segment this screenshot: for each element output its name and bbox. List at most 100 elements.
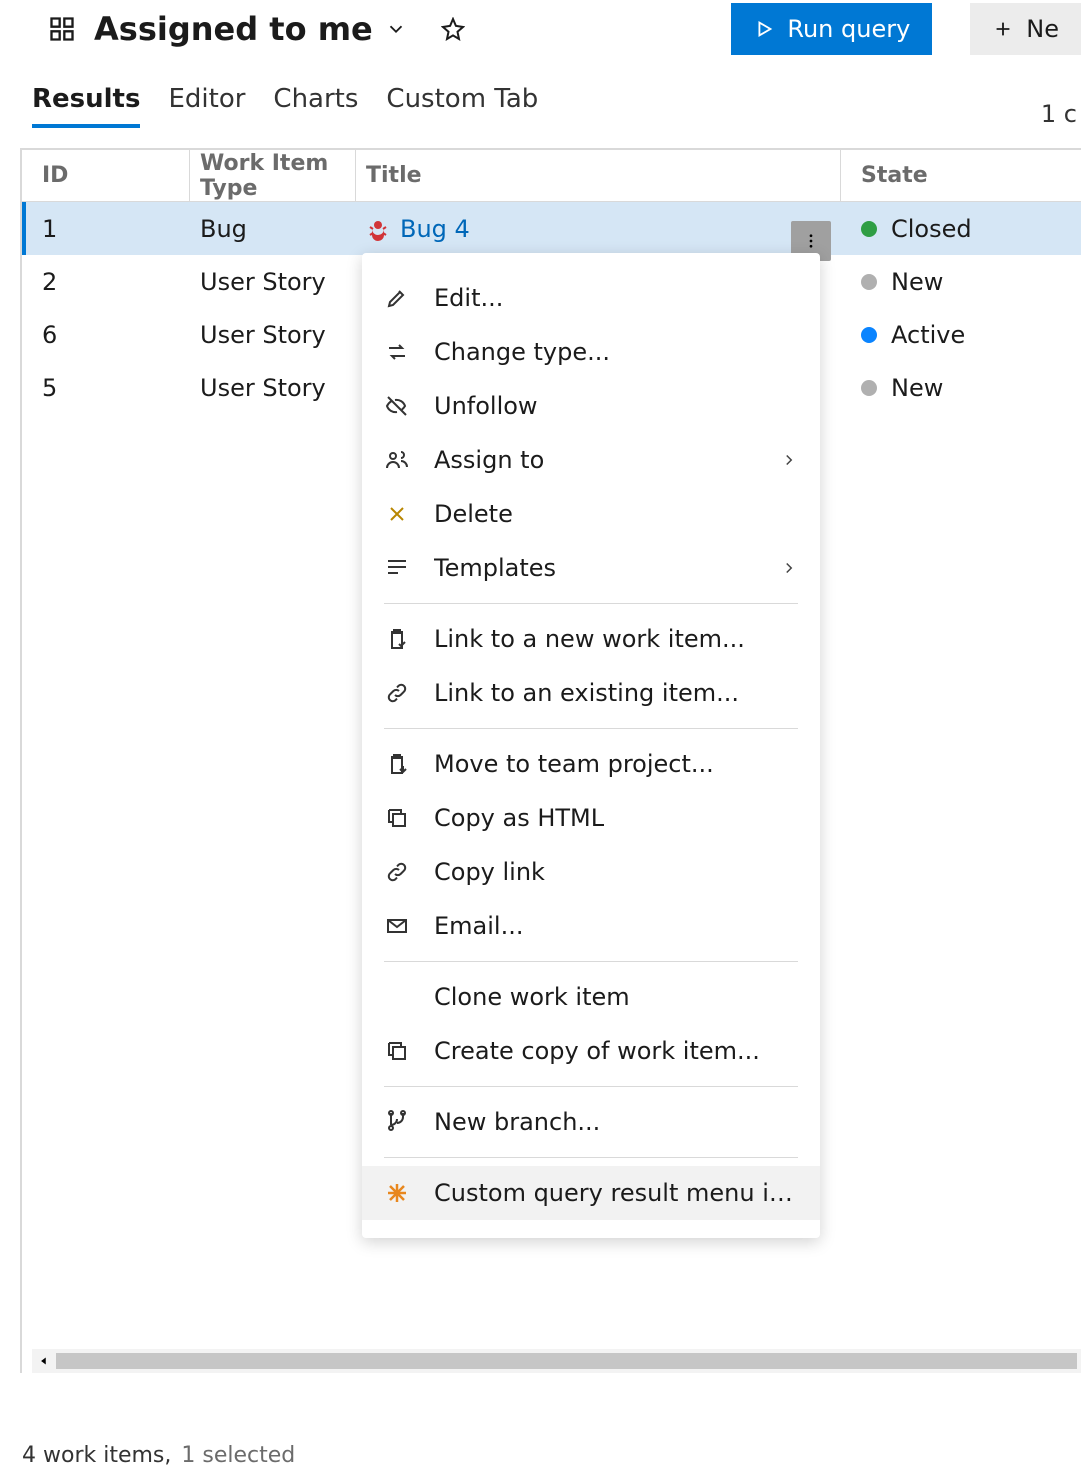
menu-item-label: Assign to	[434, 446, 756, 474]
menu-item-label: Move to team project...	[434, 750, 798, 778]
menu-item-copy-as-html[interactable]: Copy as HTML	[362, 791, 820, 845]
cell-type: User Story	[190, 268, 356, 296]
favorite-star-icon[interactable]	[441, 17, 465, 41]
run-query-button[interactable]: Run query	[731, 3, 932, 55]
chevron-down-icon	[385, 18, 407, 40]
run-query-label: Run query	[787, 15, 910, 43]
menu-item-assign-to[interactable]: Assign to	[362, 433, 820, 487]
mail-icon	[384, 913, 410, 939]
query-type-icon	[48, 15, 76, 43]
selection-count-text: 1 selected	[181, 1443, 295, 1468]
menu-separator	[384, 961, 798, 962]
cell-id: 2	[22, 268, 190, 296]
menu-item-link-to-a-new-work-item[interactable]: Link to a new work item...	[362, 612, 820, 666]
chevron-right-icon	[780, 451, 798, 469]
cell-state: New	[841, 374, 1081, 402]
page-header: Assigned to me Run query Ne	[0, 0, 1081, 58]
menu-item-label: Email...	[434, 912, 798, 940]
menu-item-label: Clone work item	[434, 983, 798, 1011]
copy-icon	[384, 805, 410, 831]
menu-item-create-copy-of-work-item[interactable]: Create copy of work item...	[362, 1024, 820, 1078]
menu-item-custom-query-result-menu-item[interactable]: Custom query result menu item	[362, 1166, 820, 1220]
tabs-bar: Results Editor Charts Custom Tab 1 c	[0, 58, 1081, 128]
cell-state: New	[841, 268, 1081, 296]
query-title-dropdown[interactable]: Assigned to me	[94, 10, 407, 48]
tab-editor[interactable]: Editor	[168, 78, 245, 128]
cell-title: Bug 4	[356, 215, 841, 243]
table-row[interactable]: 1BugBug 4Closed	[22, 202, 1081, 255]
menu-item-label: Link to a new work item...	[434, 625, 798, 653]
menu-item-edit[interactable]: Edit...	[362, 271, 820, 325]
menu-item-label: Edit...	[434, 284, 798, 312]
copy-icon	[384, 1038, 410, 1064]
tab-charts[interactable]: Charts	[273, 78, 358, 128]
cell-type: User Story	[190, 374, 356, 402]
menu-item-label: Unfollow	[434, 392, 798, 420]
menu-item-new-branch[interactable]: New branch...	[362, 1095, 820, 1149]
menu-item-label: New branch...	[434, 1108, 798, 1136]
menu-item-label: Change type...	[434, 338, 798, 366]
new-item-button[interactable]: Ne	[970, 3, 1081, 55]
state-dot-icon	[861, 221, 877, 237]
state-dot-icon	[861, 274, 877, 290]
scroll-left-arrow[interactable]	[32, 1349, 56, 1373]
more-vertical-icon	[802, 232, 820, 250]
horizontal-scrollbar[interactable]	[32, 1349, 1081, 1373]
cell-id: 5	[22, 374, 190, 402]
query-title: Assigned to me	[94, 10, 373, 48]
menu-item-clone-work-item[interactable]: Clone work item	[362, 970, 820, 1024]
menu-item-label: Custom query result menu item	[434, 1179, 798, 1207]
edit-icon	[384, 285, 410, 311]
menu-item-link-to-an-existing-item[interactable]: Link to an existing item...	[362, 666, 820, 720]
link-icon	[384, 859, 410, 885]
plus-icon	[992, 18, 1014, 40]
column-header-id[interactable]: ID	[22, 150, 190, 201]
cell-state: Closed	[841, 215, 1081, 243]
link-icon	[384, 680, 410, 706]
menu-item-label: Copy link	[434, 858, 798, 886]
status-bar: 4 work items, 1 selected	[22, 1443, 295, 1468]
menu-item-label: Create copy of work item...	[434, 1037, 798, 1065]
branch-icon	[384, 1109, 410, 1135]
menu-separator	[384, 728, 798, 729]
result-count-text: 1 c	[1041, 100, 1081, 128]
cell-type: User Story	[190, 321, 356, 349]
tab-custom-tab[interactable]: Custom Tab	[386, 78, 538, 128]
menu-item-label: Link to an existing item...	[434, 679, 798, 707]
tab-results[interactable]: Results	[32, 78, 140, 128]
state-dot-icon	[861, 380, 877, 396]
clip-check-icon	[384, 626, 410, 652]
triangle-left-icon	[37, 1354, 51, 1368]
cell-type: Bug	[190, 215, 356, 243]
chevron-right-icon	[780, 559, 798, 577]
grid-header-row: ID Work Item Type Title State	[22, 150, 1081, 202]
people-icon	[384, 447, 410, 473]
state-text: Active	[891, 321, 965, 349]
column-header-state[interactable]: State	[841, 150, 1081, 201]
menu-item-templates[interactable]: Templates	[362, 541, 820, 595]
cell-id: 6	[22, 321, 190, 349]
swap-icon	[384, 339, 410, 365]
menu-item-copy-link[interactable]: Copy link	[362, 845, 820, 899]
menu-separator	[384, 1086, 798, 1087]
menu-item-label: Delete	[434, 500, 798, 528]
delete-icon	[384, 501, 410, 527]
state-text: New	[891, 268, 943, 296]
template-icon	[384, 555, 410, 581]
state-dot-icon	[861, 327, 877, 343]
state-text: New	[891, 374, 943, 402]
context-menu: Edit... Change type... Unfollow Assign to De…	[362, 253, 820, 1238]
blank-icon	[384, 984, 410, 1010]
menu-item-delete[interactable]: Delete	[362, 487, 820, 541]
menu-item-change-type[interactable]: Change type...	[362, 325, 820, 379]
menu-item-email[interactable]: Email...	[362, 899, 820, 953]
work-item-title-link[interactable]: Bug 4	[400, 215, 470, 243]
asterisk-icon	[384, 1180, 410, 1206]
menu-item-move-to-team-project[interactable]: Move to team project...	[362, 737, 820, 791]
column-header-type[interactable]: Work Item Type	[190, 150, 356, 201]
play-icon	[753, 18, 775, 40]
scroll-thumb[interactable]	[56, 1353, 1077, 1369]
menu-item-label: Copy as HTML	[434, 804, 798, 832]
column-header-title[interactable]: Title	[356, 150, 841, 201]
menu-item-unfollow[interactable]: Unfollow	[362, 379, 820, 433]
